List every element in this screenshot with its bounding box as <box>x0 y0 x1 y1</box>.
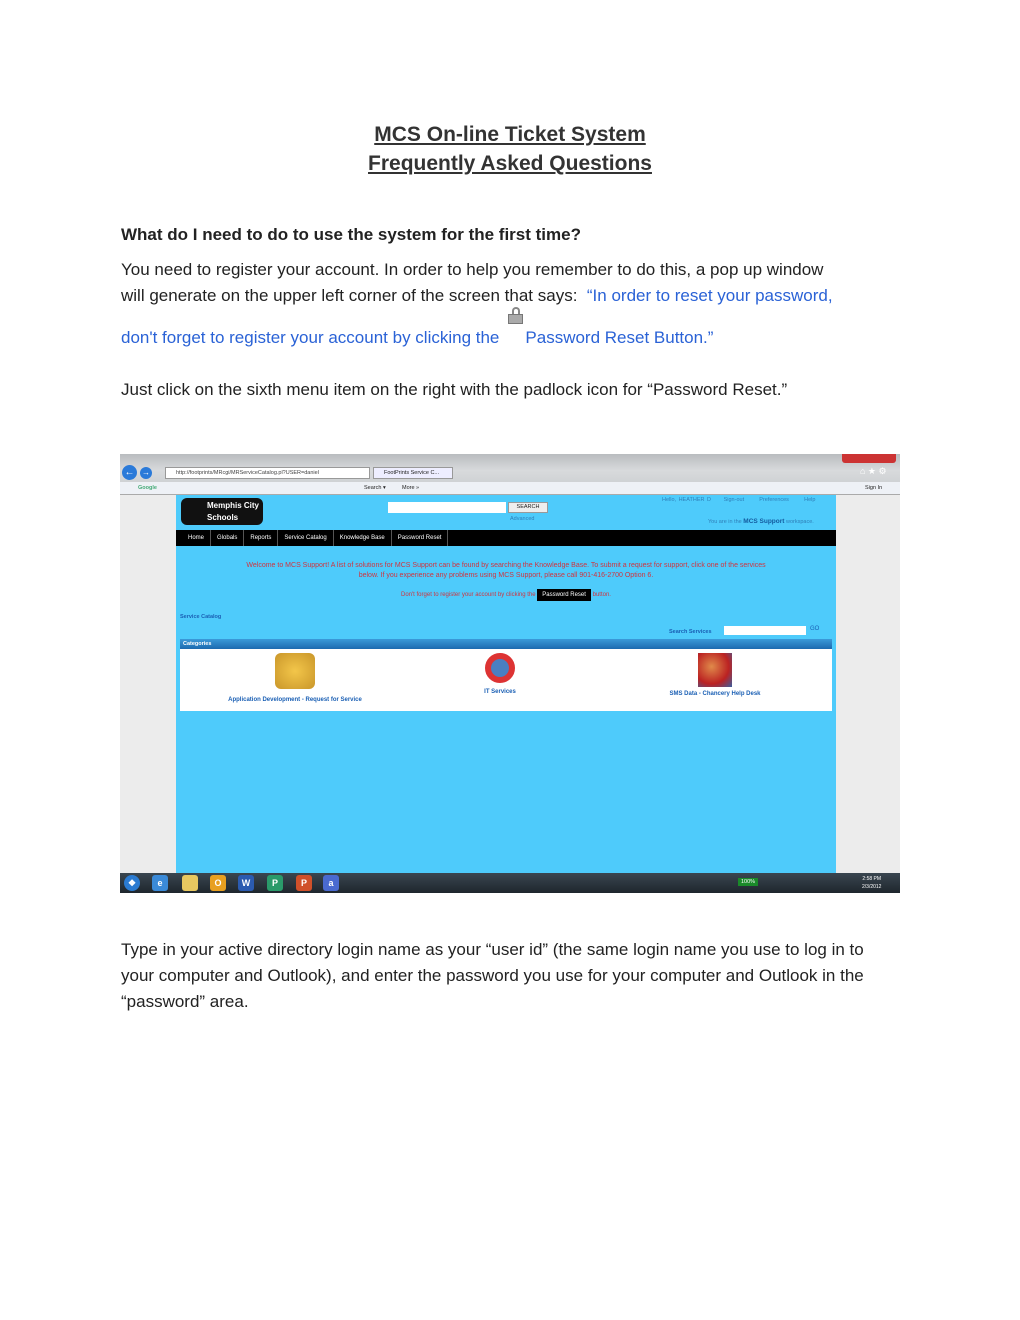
powerpoint-icon: P <box>296 875 312 891</box>
instruction-text: Just click on the sixth menu item on the… <box>121 380 788 399</box>
categories-panel: Application Development - Request for Se… <box>180 649 832 711</box>
app-icon: a <box>323 875 339 891</box>
outlook-icon: O <box>210 875 226 891</box>
menu-home[interactable]: Home <box>176 530 212 546</box>
advanced-link[interactable]: Advanced <box>510 516 534 522</box>
home-star-gear-icons: ⌂ ★ ⚙ <box>860 466 887 476</box>
scrollbar <box>836 495 900 873</box>
footprints-page: Memphis City Schools SEARCH Advanced Hel… <box>176 495 836 873</box>
faq-question: What do I need to do to use the system f… <box>121 225 581 244</box>
signout-link[interactable]: Sign-out <box>724 497 745 503</box>
search-button[interactable]: SEARCH <box>508 502 548 513</box>
workspace-info: You are in the MCS Support workspace. <box>708 518 814 525</box>
menu-service-catalog[interactable]: Service Catalog <box>278 530 334 546</box>
lifebuoy-icon <box>485 653 515 683</box>
preferences-link[interactable]: Preferences <box>759 497 789 503</box>
answer-line1: You need to register your account. In or… <box>121 260 824 279</box>
ie-icon: e <box>152 875 168 891</box>
menu-reports[interactable]: Reports <box>244 530 279 546</box>
word-icon: W <box>238 875 254 891</box>
main-menu: Home Globals Reports Service Catalog Kno… <box>176 530 836 546</box>
padlock-icon <box>508 307 523 325</box>
categories-header: Categories <box>180 639 832 649</box>
doc-title: MCS On-line Ticket System <box>374 123 646 146</box>
go-button[interactable]: GO <box>810 626 819 632</box>
google-toolbar: Google Search ▾ More » Sign In <box>120 482 900 495</box>
doc-subtitle: Frequently Asked Questions <box>368 152 652 175</box>
memphis-logo: Memphis City Schools <box>181 498 263 525</box>
browser-tab: FootPrints Service C... <box>373 467 453 479</box>
app-dev-icon <box>275 653 315 689</box>
answer-line3: don't forget to register your account by… <box>121 328 714 347</box>
battery-indicator: 100% <box>738 878 759 886</box>
browser-screenshot: ← → http://footprints/MRcgi/MRServiceCat… <box>120 454 900 893</box>
menu-globals[interactable]: Globals <box>211 530 245 546</box>
taskbar: ❖ e O W P P a 100% 2:58 PM 2/3/2012 <box>120 873 900 893</box>
search-services-input[interactable] <box>724 626 806 635</box>
search-input[interactable] <box>388 502 506 513</box>
answer-line2: will generate on the upper left corner o… <box>121 286 833 305</box>
back-icon: ← <box>122 465 137 480</box>
forward-icon: → <box>140 467 152 479</box>
publisher-icon: P <box>267 875 283 891</box>
search-services-label: Search Services <box>669 629 712 635</box>
user-links: Hello, HEATHER D Sign-out Preferences He… <box>662 497 816 503</box>
menu-knowledge-base[interactable]: Knowledge Base <box>334 530 392 546</box>
address-bar: http://footprints/MRcgi/MRServiceCatalog… <box>165 467 370 479</box>
service-catalog-link[interactable]: Service Catalog <box>180 614 221 620</box>
menu-password-reset[interactable]: Password Reset <box>392 530 449 546</box>
password-reset-button[interactable]: Password Reset <box>537 589 591 601</box>
folder-icon <box>182 875 198 891</box>
category-app-dev[interactable]: Application Development - Request for Se… <box>210 653 380 703</box>
people-icon <box>698 653 732 687</box>
help-link[interactable]: Help <box>804 497 815 503</box>
login-instructions: Type in your active directory login name… <box>121 940 864 1011</box>
welcome-message: Welcome to MCS Support! A list of soluti… <box>246 562 766 579</box>
start-icon: ❖ <box>124 875 140 891</box>
reminder-message: Don't forget to register your account by… <box>236 589 776 601</box>
category-sms-data[interactable]: SMS Data - Chancery Help Desk <box>650 653 780 697</box>
category-it-services[interactable]: IT Services <box>460 653 540 695</box>
window-controls <box>842 454 896 463</box>
clock: 2:58 PM 2/3/2012 <box>862 876 882 890</box>
